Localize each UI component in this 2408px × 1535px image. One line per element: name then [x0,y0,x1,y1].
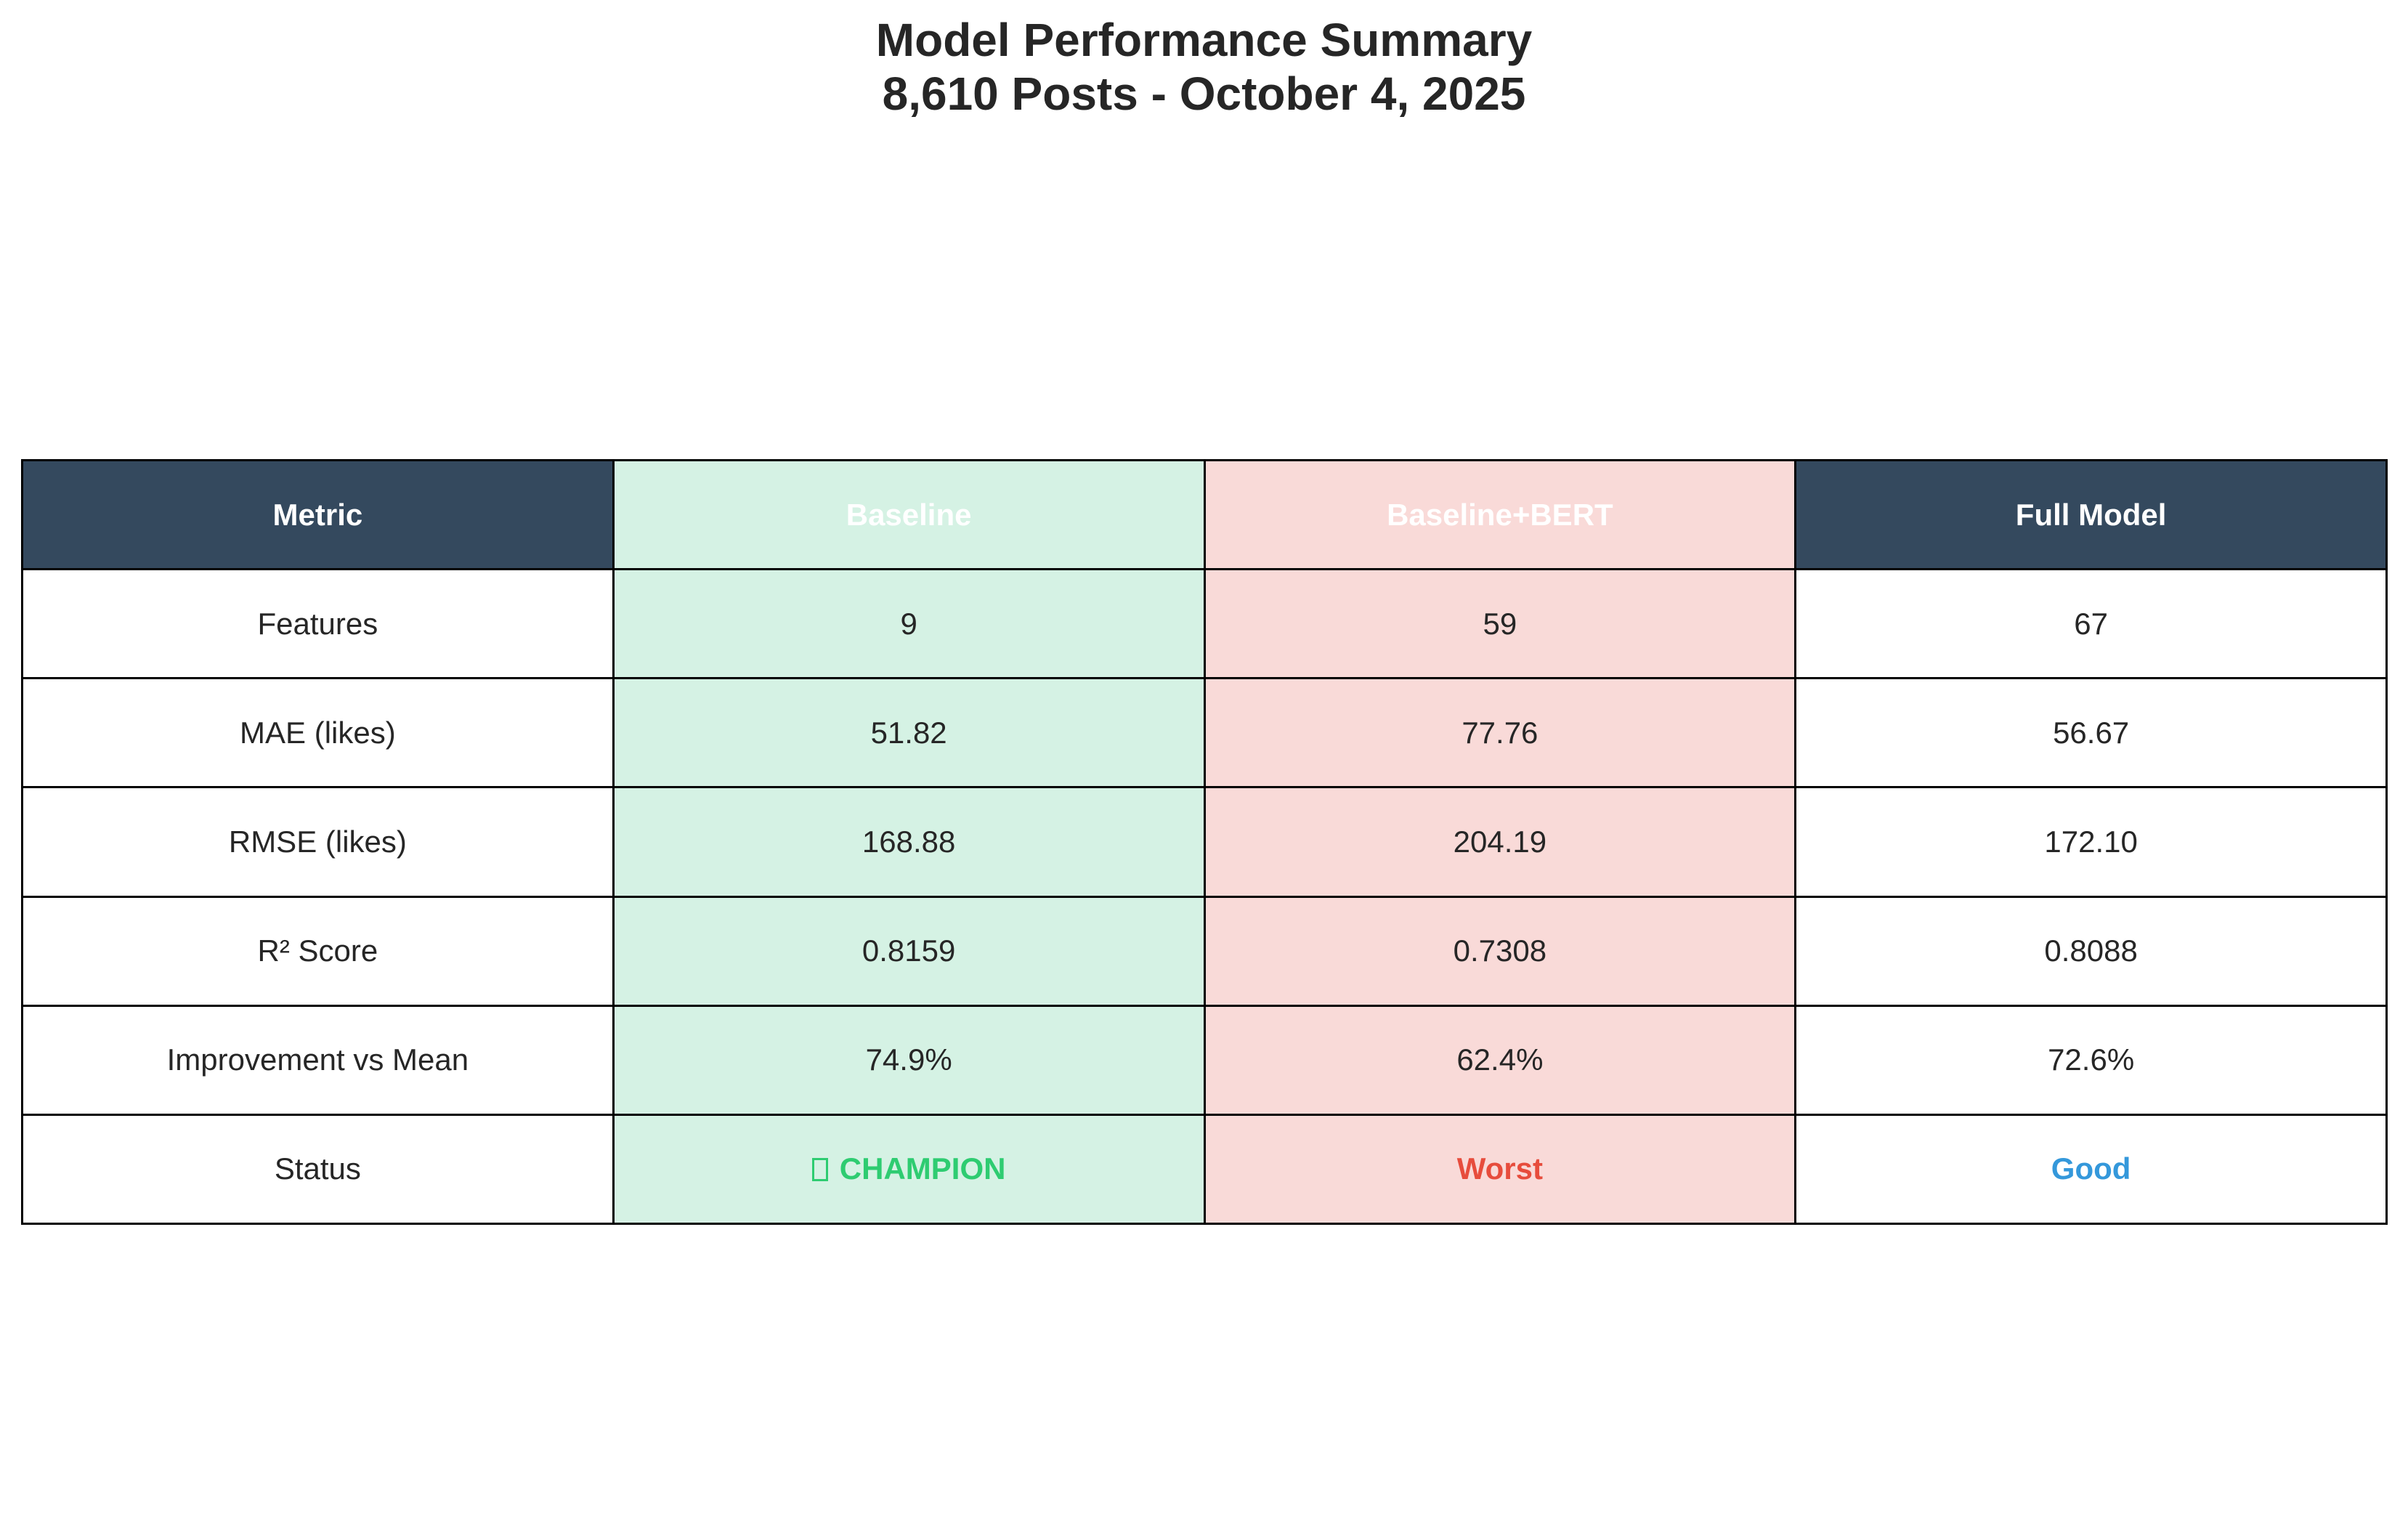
metric-label: Features [21,568,615,680]
full-model-value: 0.8088 [1794,895,2388,1007]
baseline-value: 0.8159 [612,895,1206,1007]
baseline-bert-value: 62.4% [1203,1004,1797,1116]
column-header-baseline-bert: Baseline+BERT [1203,458,1797,571]
table-row: Improvement vs Mean 74.9% 62.4% 72.6% [21,1004,2388,1116]
chart-title-block: Model Performance Summary 8,610 Posts - … [0,13,2408,121]
baseline-status-cell: CHAMPION [612,1113,1206,1226]
missing-glyph-box-icon [811,1158,828,1182]
table-row: Features 9 59 67 [21,568,2388,680]
baseline-bert-value: 77.76 [1203,677,1797,789]
baseline-bert-status: Worst [1456,1151,1543,1186]
chart-subtitle: 8,610 Posts - October 4, 2025 [882,68,1526,120]
metric-label: R² Score [21,895,615,1007]
full-model-status: Good [2051,1151,2131,1186]
status-row: Status CHAMPION Worst Good [21,1113,2388,1226]
chart-title: Model Performance Summary [875,14,1533,66]
metric-label: Improvement vs Mean [21,1004,615,1116]
column-header-metric: Metric [21,458,615,571]
metric-label: RMSE (likes) [21,786,615,898]
table-header-row: Metric Baseline Baseline+BERT Full Model [21,458,2388,571]
column-header-baseline: Baseline [612,458,1206,571]
metric-label: Status [21,1113,615,1226]
table-row: R² Score 0.8159 0.7308 0.8088 [21,895,2388,1007]
full-model-value: 172.10 [1794,786,2388,898]
metric-label: MAE (likes) [21,677,615,789]
full-model-value: 67 [1794,568,2388,680]
table-row: MAE (likes) 51.82 77.76 56.67 [21,677,2388,789]
baseline-value: 9 [612,568,1206,680]
full-model-value: 72.6% [1794,1004,2388,1116]
baseline-bert-value: 0.7308 [1203,895,1797,1007]
column-header-full-model: Full Model [1794,458,2388,571]
baseline-value: 74.9% [612,1004,1206,1116]
full-model-status-cell: Good [1794,1113,2388,1226]
baseline-bert-value: 59 [1203,568,1797,680]
full-model-value: 56.67 [1794,677,2388,789]
table-row: RMSE (likes) 168.88 204.19 172.10 [21,786,2388,898]
performance-summary-table: Metric Baseline Baseline+BERT Full Model… [21,458,2388,1226]
baseline-status: CHAMPION [839,1151,1006,1186]
baseline-value: 168.88 [612,786,1206,898]
baseline-bert-status-cell: Worst [1203,1113,1797,1226]
baseline-bert-value: 204.19 [1203,786,1797,898]
baseline-value: 51.82 [612,677,1206,789]
